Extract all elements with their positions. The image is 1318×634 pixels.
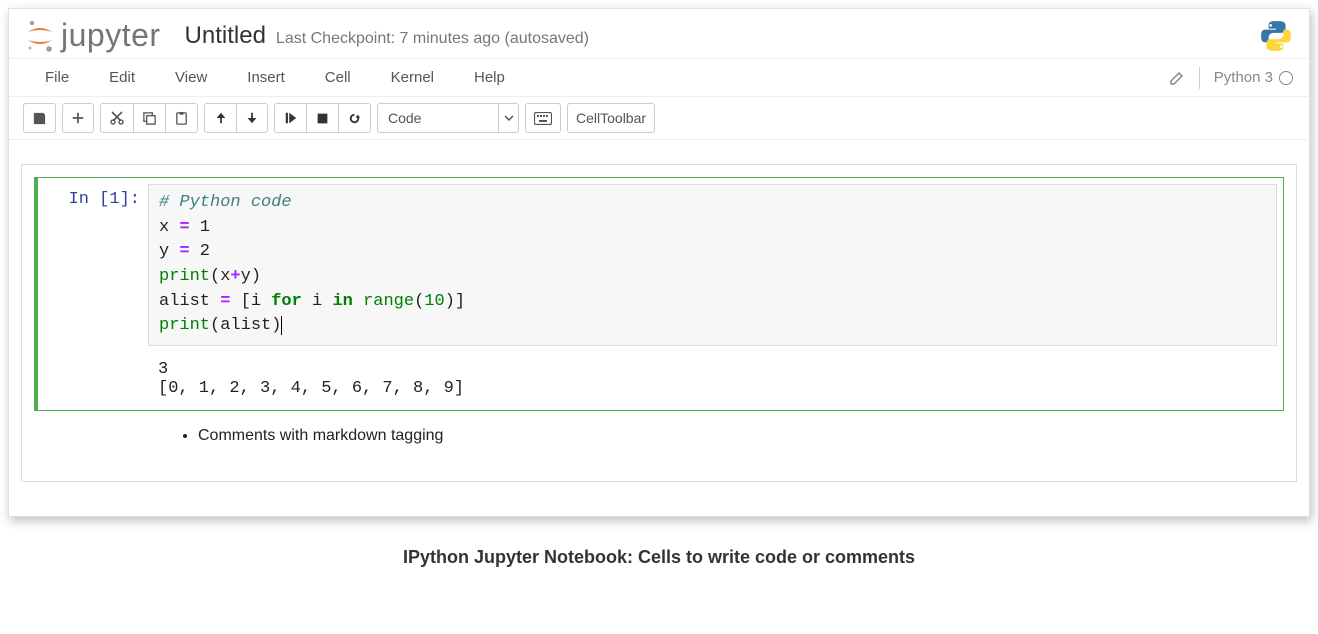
command-palette-button[interactable]: [525, 103, 561, 133]
menu-cell[interactable]: Cell: [305, 59, 371, 96]
output-area: 3 [0, 1, 2, 3, 4, 5, 6, 7, 8, 9]: [148, 346, 1277, 398]
input-prompt: In [1]:: [38, 184, 148, 398]
menu-help[interactable]: Help: [454, 59, 525, 96]
toolbar: Code CellToolbar: [9, 97, 1309, 140]
jupyter-planet-icon: [25, 19, 55, 53]
kernel-indicator-icon: [1279, 71, 1293, 85]
insert-cell-button[interactable]: [62, 103, 94, 133]
divider: [1199, 67, 1200, 89]
cursor: [281, 316, 282, 335]
kernel-name[interactable]: Python 3: [1214, 69, 1273, 86]
scissors-icon: [109, 110, 125, 126]
save-button[interactable]: [23, 103, 56, 133]
cell-type-value: Code: [378, 104, 498, 132]
cell-body: # Python code x = 1 y = 2 print(x+y) ali…: [148, 184, 1277, 398]
run-button[interactable]: [274, 103, 306, 133]
code-cell[interactable]: In [1]: # Python code x = 1 y = 2 print(…: [34, 177, 1284, 411]
checkpoint-text: Last Checkpoint: 7 minutes ago (autosave…: [276, 30, 589, 48]
keyboard-icon: [534, 112, 552, 125]
python-logo: [1259, 19, 1293, 53]
step-forward-icon: [284, 111, 298, 125]
move-down-button[interactable]: [236, 103, 268, 133]
plus-icon: [71, 111, 85, 125]
markdown-bullet: Comments with markdown tagging: [198, 427, 1274, 445]
copy-button[interactable]: [133, 103, 165, 133]
header: jupyter Untitled Last Checkpoint: 7 minu…: [9, 9, 1309, 58]
cut-button[interactable]: [100, 103, 133, 133]
python-icon: [1259, 19, 1293, 53]
cell-type-select[interactable]: Code: [377, 103, 519, 133]
paste-icon: [174, 111, 189, 126]
run-group: [274, 103, 371, 133]
arrow-up-icon: [214, 111, 228, 125]
chevron-down-icon: [498, 104, 518, 132]
restart-button[interactable]: [338, 103, 371, 133]
menu-view[interactable]: View: [155, 59, 227, 96]
output-line: 3: [158, 360, 168, 379]
arrow-down-icon: [245, 111, 259, 125]
menu-insert[interactable]: Insert: [227, 59, 305, 96]
title-area: Untitled Last Checkpoint: 7 minutes ago …: [185, 22, 589, 50]
menu-file[interactable]: File: [25, 59, 89, 96]
jupyter-window: jupyter Untitled Last Checkpoint: 7 minu…: [8, 8, 1310, 517]
interrupt-button[interactable]: [306, 103, 338, 133]
output-line: [0, 1, 2, 3, 4, 5, 6, 7, 8, 9]: [158, 379, 464, 398]
refresh-icon: [347, 111, 362, 126]
notebook-container: In [1]: # Python code x = 1 y = 2 print(…: [21, 164, 1297, 482]
paste-button[interactable]: [165, 103, 198, 133]
code-input-area[interactable]: # Python code x = 1 y = 2 print(x+y) ali…: [148, 184, 1277, 346]
notebook-title[interactable]: Untitled: [185, 22, 266, 50]
markdown-cell[interactable]: Comments with markdown tagging: [34, 411, 1284, 451]
stop-icon: [316, 112, 329, 125]
save-icon: [32, 111, 47, 126]
move-group: [204, 103, 268, 133]
menu-edit[interactable]: Edit: [89, 59, 155, 96]
edit-group: [100, 103, 198, 133]
menubar: File Edit View Insert Cell Kernel Help P…: [9, 58, 1309, 97]
celltoolbar-button[interactable]: CellToolbar: [567, 103, 655, 133]
jupyter-logo-text: jupyter: [61, 17, 161, 54]
pencil-icon[interactable]: [1169, 70, 1185, 86]
menu-kernel[interactable]: Kernel: [371, 59, 454, 96]
notebook-area: In [1]: # Python code x = 1 y = 2 print(…: [9, 140, 1309, 516]
figure-caption: IPython Jupyter Notebook: Cells to write…: [0, 525, 1318, 578]
copy-icon: [142, 111, 157, 126]
jupyter-logo[interactable]: jupyter: [25, 17, 161, 54]
move-up-button[interactable]: [204, 103, 236, 133]
